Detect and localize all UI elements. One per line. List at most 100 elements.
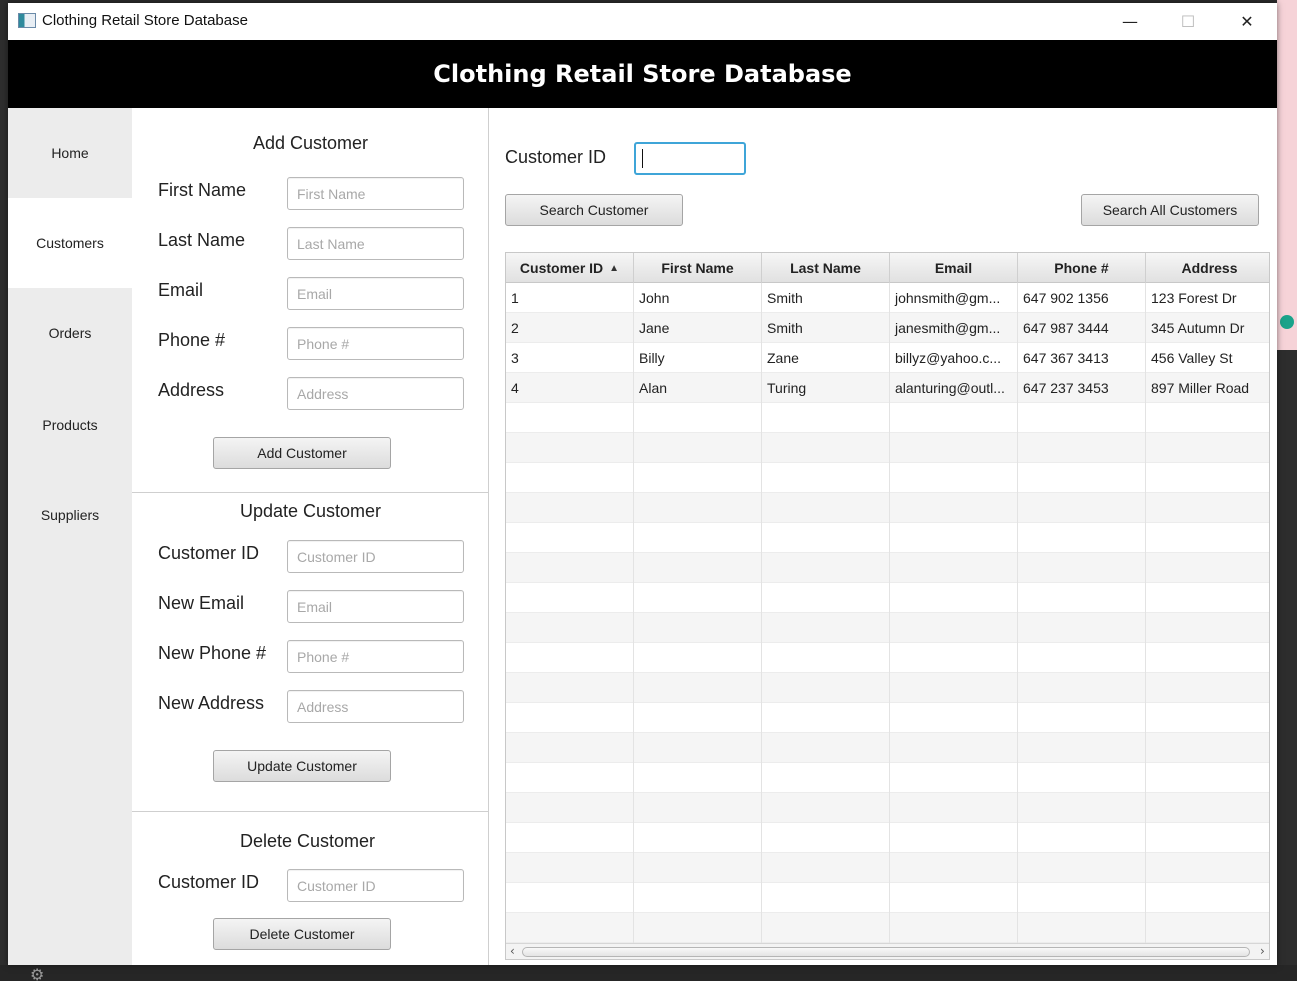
- table-cell: [1146, 853, 1269, 883]
- column-header-last-name[interactable]: Last Name: [762, 253, 890, 283]
- column-header-address[interactable]: Address: [1146, 253, 1269, 283]
- table-cell: [634, 583, 762, 613]
- table-cell: Smith: [762, 313, 890, 343]
- table-cell: [506, 403, 634, 433]
- table-cell: billyz@yahoo.c...: [890, 343, 1018, 373]
- table-cell: [1018, 403, 1146, 433]
- table-cell: [1146, 643, 1269, 673]
- column-header-first-name[interactable]: First Name: [634, 253, 762, 283]
- sidebar-item-orders[interactable]: Orders: [8, 288, 132, 378]
- table-cell: [1018, 883, 1146, 913]
- phone-input[interactable]: [287, 327, 464, 360]
- table-cell: 647 987 3444: [1018, 313, 1146, 343]
- background-app-edge: [1277, 0, 1297, 981]
- table-cell: 3: [506, 343, 634, 373]
- table-cell: [1018, 493, 1146, 523]
- table-cell: [1146, 433, 1269, 463]
- new-phone-input[interactable]: [287, 640, 464, 673]
- table-cell: [634, 433, 762, 463]
- sidebar-item-customers[interactable]: Customers: [8, 198, 132, 288]
- horizontal-scrollbar[interactable]: ‹ ›: [506, 943, 1269, 959]
- table-cell: [506, 433, 634, 463]
- maximize-button[interactable]: ☐: [1159, 3, 1217, 40]
- table-cell: [890, 613, 1018, 643]
- gear-icon: ⚙: [30, 965, 45, 981]
- sidebar-item-suppliers[interactable]: Suppliers: [8, 470, 132, 560]
- table-cell: 456 Valley St: [1146, 343, 1269, 373]
- table-cell: [1146, 403, 1269, 433]
- app-icon: [18, 13, 36, 28]
- table-cell: [762, 553, 890, 583]
- table-cell: [1018, 643, 1146, 673]
- add-customer-button[interactable]: Add Customer: [213, 437, 391, 469]
- new-phone-label: New Phone #: [158, 643, 267, 663]
- table-row[interactable]: 1 John Smith johnsmith@gm... 647 902 1356 123…: [506, 283, 1269, 313]
- table-cell: [634, 733, 762, 763]
- table-cell: [506, 763, 634, 793]
- table-cell: 1: [506, 283, 634, 313]
- table-cell: [890, 433, 1018, 463]
- table-cell: [506, 793, 634, 823]
- search-customer-id-input[interactable]: [634, 142, 746, 175]
- address-label: Address: [158, 380, 225, 400]
- table-cell: [1018, 853, 1146, 883]
- update-customer-id-label: Customer ID: [158, 543, 260, 563]
- table-cell: 123 Forest Dr: [1146, 283, 1269, 313]
- update-customer-id-input[interactable]: [287, 540, 464, 573]
- table-cell: 647 902 1356: [1018, 283, 1146, 313]
- table-cell: Smith: [762, 283, 890, 313]
- table-row[interactable]: 3 Billy Zane billyz@yahoo.c... 647 367 3413 4…: [506, 343, 1269, 373]
- table-row[interactable]: 2 Jane Smith janesmith@gm... 647 987 3444 345…: [506, 313, 1269, 343]
- address-input[interactable]: [287, 377, 464, 410]
- search-all-customers-button[interactable]: Search All Customers: [1081, 194, 1259, 226]
- table-cell: [634, 643, 762, 673]
- scrollbar-thumb[interactable]: [522, 947, 1250, 957]
- table-cell: [1018, 913, 1146, 943]
- search-customer-button[interactable]: Search Customer: [505, 194, 683, 226]
- table-row[interactable]: 4 Alan Turing alanturing@outl... 647 237 345…: [506, 373, 1269, 403]
- new-email-label: New Email: [158, 593, 245, 613]
- delete-customer-button[interactable]: Delete Customer: [213, 918, 391, 950]
- table-cell: [762, 433, 890, 463]
- table-cell: [506, 823, 634, 853]
- column-header-customer-id[interactable]: Customer ID ▲: [506, 253, 634, 283]
- table-cell: [762, 523, 890, 553]
- table-cell: [634, 763, 762, 793]
- table-cell: [1018, 733, 1146, 763]
- table-cell: [762, 763, 890, 793]
- minimize-button[interactable]: —: [1101, 3, 1159, 40]
- table-cell: [762, 583, 890, 613]
- app-header: Clothing Retail Store Database: [8, 40, 1277, 108]
- table-cell: [1146, 613, 1269, 643]
- update-customer-button[interactable]: Update Customer: [213, 750, 391, 782]
- empty-table-row: [506, 853, 1269, 883]
- sort-ascending-icon: ▲: [609, 262, 620, 274]
- table-cell: [762, 673, 890, 703]
- table-cell: [634, 883, 762, 913]
- empty-table-row: [506, 523, 1269, 553]
- first-name-input[interactable]: [287, 177, 464, 210]
- close-button[interactable]: ✕: [1218, 3, 1276, 40]
- delete-customer-id-input[interactable]: [287, 869, 464, 902]
- empty-table-row: [506, 493, 1269, 523]
- sidebar-item-products[interactable]: Products: [8, 380, 132, 470]
- table-cell: [506, 643, 634, 673]
- desktop-left-edge: [0, 0, 8, 981]
- table-cell: [634, 463, 762, 493]
- last-name-input[interactable]: [287, 227, 464, 260]
- column-header-phone[interactable]: Phone #: [1018, 253, 1146, 283]
- sidebar-item-home[interactable]: Home: [8, 108, 132, 198]
- column-header-email[interactable]: Email: [890, 253, 1018, 283]
- empty-table-row: [506, 403, 1269, 433]
- empty-table-row: [506, 763, 1269, 793]
- table-cell: [762, 643, 890, 673]
- email-input[interactable]: [287, 277, 464, 310]
- table-cell: [890, 853, 1018, 883]
- new-email-input[interactable]: [287, 590, 464, 623]
- table-cell: [762, 883, 890, 913]
- new-address-input[interactable]: [287, 690, 464, 723]
- scroll-right-icon[interactable]: ›: [1260, 944, 1265, 958]
- phone-label: Phone #: [158, 330, 226, 350]
- scroll-left-icon[interactable]: ‹: [510, 944, 515, 958]
- search-customer-id-label: Customer ID: [505, 147, 607, 167]
